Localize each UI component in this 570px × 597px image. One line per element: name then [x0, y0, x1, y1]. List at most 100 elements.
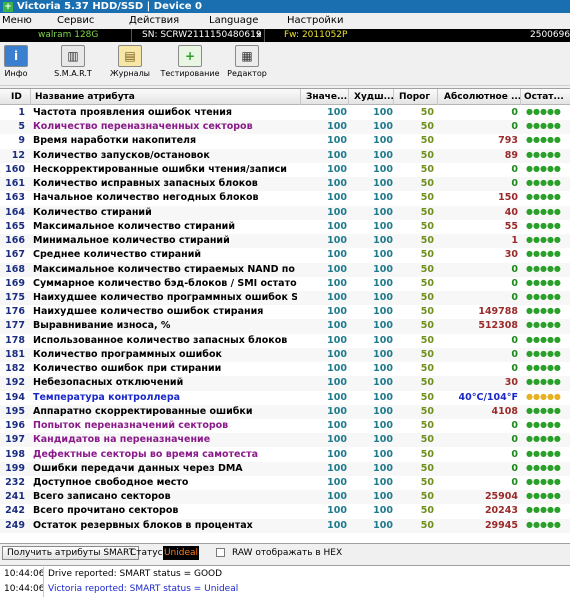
table-row[interactable]: 177 Выравнивание износа, % 100 100 50 512308 ●…	[0, 319, 570, 334]
table-row[interactable]: 12 Количество запусков/остановок 100 100 50 8…	[0, 148, 570, 163]
table-row[interactable]: 194 Температура контроллера 100 100 50 40°C/1…	[0, 391, 570, 405]
attribute-name: Попыток переназначений секторов	[33, 420, 229, 432]
attribute-worst: 100	[373, 320, 393, 332]
toolbar-test-button[interactable]: + Тестирование	[160, 45, 220, 78]
table-row[interactable]: 197 Кандидатов на переназначение 100 100 50 0…	[0, 433, 570, 448]
toolbar-info-button[interactable]: i Инфо	[4, 45, 28, 78]
attribute-threshold: 50	[420, 263, 434, 275]
attribute-worst: 100	[373, 121, 393, 133]
table-row[interactable]: 163 Начальное количество негодных блоков 1…	[0, 191, 570, 205]
attribute-value: 100	[327, 291, 347, 303]
attribute-raw: 0	[511, 263, 518, 275]
menu-item-settings[interactable]: Настройки	[287, 15, 343, 26]
attribute-id: 175	[5, 291, 25, 303]
health-indicator: ●●●●●	[526, 149, 561, 159]
column-header-remaining[interactable]: Остат...	[524, 92, 564, 102]
table-row[interactable]: 195 Аппаратно скорректированные ошибки 100…	[0, 404, 570, 420]
table-row[interactable]: 176 Наихудшее количество ошибок стирания 1…	[0, 305, 570, 319]
attribute-value: 100	[327, 249, 347, 261]
table-row[interactable]: 165 Максимальное количество стираний 100 10…	[0, 220, 570, 234]
menu-item-language[interactable]: Language	[209, 15, 258, 26]
table-row[interactable]: 192 Небезопасных отключений 100 100 50 30 ●●●●…	[0, 376, 570, 391]
attribute-value: 100	[327, 420, 347, 432]
toolbar-info-label: Инфо	[4, 69, 28, 78]
table-row[interactable]: 168 Максимальное количество стираемых NAN…	[0, 262, 570, 277]
table-row[interactable]: 9 Время наработки накопителя 100 100 50 793 ●●…	[0, 134, 570, 148]
attribute-threshold: 50	[420, 220, 434, 232]
table-row[interactable]: 199 Ошибки передачи данных через DMA 100 10…	[0, 461, 570, 476]
toolbar-editor-button[interactable]: ▦ Редактор	[226, 45, 268, 78]
table-row[interactable]: 182 Количество ошибок при стирании 100 100 5…	[0, 362, 570, 376]
column-divider[interactable]	[348, 89, 349, 105]
table-row[interactable]: 242 Всего прочитано секторов 100 100 50 20243…	[0, 504, 570, 518]
attribute-raw: 40	[504, 206, 518, 218]
log-entry: 10:44:06 Victoria reported: SMART status…	[0, 582, 570, 597]
toolbar-logs-label: Журналы	[110, 69, 150, 78]
column-header-worst[interactable]: Худш...	[354, 92, 394, 102]
toolbar-test-label: Тестирование	[160, 69, 220, 78]
attribute-worst: 100	[373, 306, 393, 318]
raw-hex-checkbox[interactable]	[216, 548, 225, 557]
attribute-name: Максимальное количество стираемых NAND п…	[33, 263, 297, 275]
attribute-id: 169	[5, 277, 25, 289]
attribute-value: 100	[327, 391, 347, 403]
column-header-threshold[interactable]: Порог	[399, 92, 430, 102]
column-header-value[interactable]: Значе...	[306, 92, 347, 102]
attribute-worst: 100	[373, 377, 393, 389]
attribute-worst: 100	[373, 476, 393, 488]
table-row[interactable]: 181 Количество программных ошибок 100 100 50…	[0, 347, 570, 363]
table-row[interactable]: 175 Наихудшее количество программных ошиб…	[0, 290, 570, 306]
table-row[interactable]: 5 Количество переназначенных секторов 100 1…	[0, 120, 570, 135]
toolbar-logs-button[interactable]: ▤ Журналы	[108, 45, 152, 78]
raw-hex-label[interactable]: RAW отображать в HEX	[232, 548, 342, 558]
smart-attributes-table[interactable]: ID Название атрибута Значе... Худш... По…	[0, 88, 570, 544]
attribute-threshold: 50	[420, 377, 434, 389]
column-header-name[interactable]: Название атрибута	[35, 92, 135, 102]
menu-item-menu[interactable]: Меню	[2, 15, 32, 26]
attribute-id: 194	[5, 391, 25, 403]
menu-item-actions[interactable]: Действия	[129, 15, 179, 26]
attribute-name: Температура контроллера	[33, 391, 181, 403]
attribute-raw: 0	[511, 163, 518, 175]
table-row[interactable]: 169 Суммарное количество бэд-блоков / SMI…	[0, 277, 570, 291]
attribute-value: 100	[327, 107, 347, 118]
column-divider[interactable]	[393, 89, 394, 105]
attribute-name: Начальное количество негодных блоков	[33, 192, 259, 204]
table-row[interactable]: 178 Использованное количество запасных бл…	[0, 334, 570, 348]
attribute-raw: 0	[511, 334, 518, 346]
attribute-raw: 0	[511, 420, 518, 432]
attribute-raw: 0	[511, 277, 518, 289]
toolbar-smart-button[interactable]: ▥ S.M.A.R.T	[52, 45, 94, 78]
column-divider[interactable]	[437, 89, 438, 105]
table-row[interactable]: 241 Всего записано секторов 100 100 50 25904 ●…	[0, 490, 570, 505]
table-row[interactable]: 164 Количество стираний 100 100 50 40 ●●●●●	[0, 205, 570, 220]
column-divider[interactable]	[520, 89, 521, 105]
column-divider[interactable]	[300, 89, 301, 105]
device-info-bar[interactable]: walram 128G SN: SCRW2111150480619 x Fw: …	[0, 29, 570, 42]
attribute-name: Время наработки накопителя	[33, 135, 197, 147]
attribute-raw: 793	[498, 135, 518, 147]
table-row[interactable]: 166 Минимальное количество стираний 100 100…	[0, 234, 570, 249]
attribute-threshold: 50	[420, 277, 434, 289]
table-row[interactable]: 167 Среднее количество стираний 100 100 50 30…	[0, 248, 570, 262]
column-header-raw[interactable]: Абсолютное ...	[444, 92, 521, 102]
attribute-value: 100	[327, 135, 347, 147]
get-smart-attributes-button[interactable]: Получить атрибуты SMART	[2, 546, 140, 560]
health-indicator: ●●●●●	[526, 192, 561, 202]
log-panel[interactable]: 10:44:06 Drive reported: SMART status = …	[0, 565, 570, 597]
attribute-raw: 20243	[484, 505, 518, 517]
attribute-name: Аппаратно скорректированные ошибки	[33, 405, 253, 417]
table-row[interactable]: 249 Остаток резервных блоков в процентах 1…	[0, 518, 570, 533]
health-indicator: ●●●●●	[526, 306, 561, 316]
menu-item-service[interactable]: Сервис	[57, 15, 94, 26]
table-row[interactable]: 1 Частота проявления ошибок чтения 100 100 5…	[0, 106, 570, 120]
column-divider[interactable]	[30, 89, 31, 105]
column-header-id[interactable]: ID	[11, 92, 22, 102]
table-row[interactable]: 161 Количество исправных запасных блоков 1…	[0, 177, 570, 192]
attribute-id: 9	[18, 135, 25, 147]
table-row[interactable]: 198 Дефектные секторы во время самотеста 1…	[0, 448, 570, 462]
attribute-name: Количество программных ошибок	[33, 348, 222, 360]
table-row[interactable]: 232 Доступное свободное место 100 100 50 0 ●●●…	[0, 476, 570, 490]
table-row[interactable]: 160 Нескорректированные ошибки чтения/зап…	[0, 163, 570, 177]
table-row[interactable]: 196 Попыток переназначений секторов 100 100…	[0, 419, 570, 433]
